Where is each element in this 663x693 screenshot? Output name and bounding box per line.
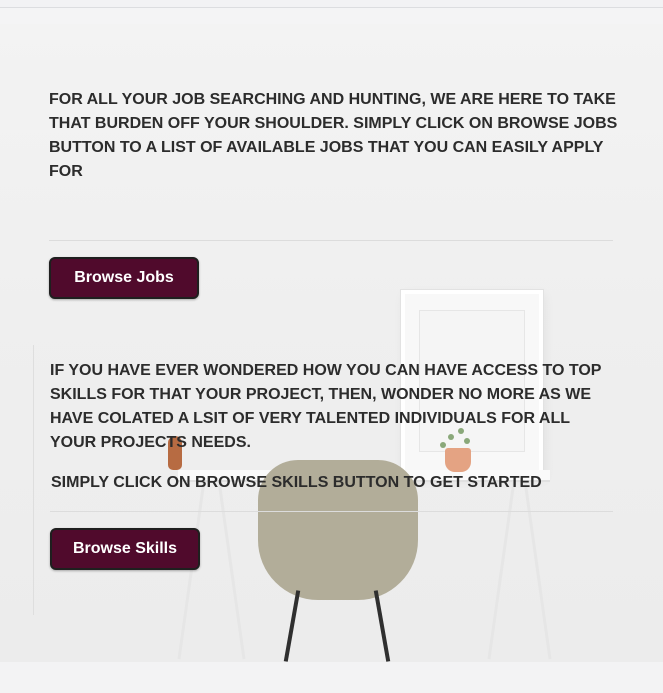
jobs-description: FOR ALL YOUR JOB SEARCHING AND HUNTING, … [49,91,618,180]
browse-skills-button[interactable]: Browse Skills [50,528,200,570]
desk-leg [217,480,246,660]
skills-description: IF YOU HAVE EVER WONDERED HOW YOU CAN HA… [50,362,602,451]
chair-leg [283,590,301,662]
desk-leg [177,480,206,660]
top-bar [0,0,663,8]
desk-leg [487,480,516,660]
chair-leg [373,590,391,662]
bottom-strip [0,662,663,693]
skills-call-to-action: SIMPLY CLICK ON BROWSE SKILLS BUTTON TO … [51,474,542,491]
desk-leg [523,480,552,660]
browse-jobs-button[interactable]: Browse Jobs [49,257,199,299]
divider [49,240,613,241]
divider [50,511,613,512]
section-accent-line [33,345,34,615]
